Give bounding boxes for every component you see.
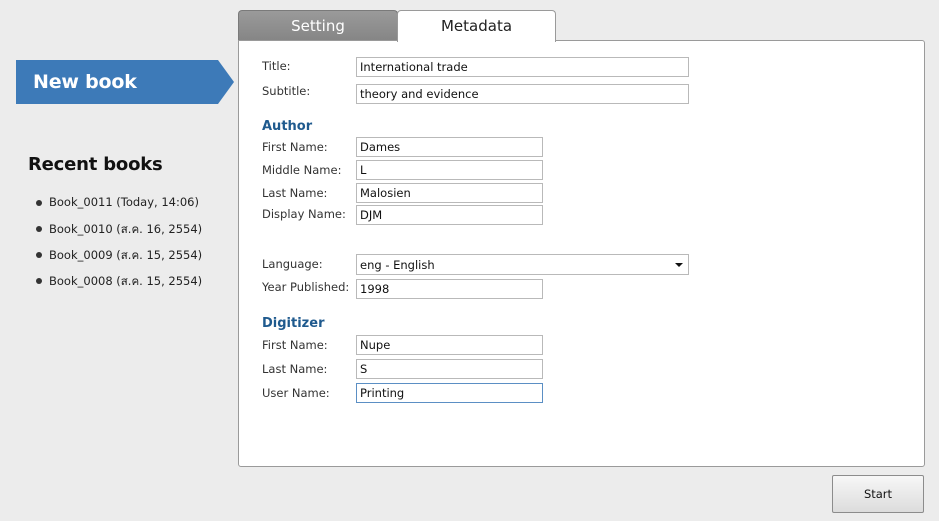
tab-setting[interactable]: Setting — [238, 10, 398, 41]
year-published-label: Year Published: — [262, 280, 350, 294]
author-last-name-input[interactable] — [356, 183, 543, 203]
author-last-name-label: Last Name: — [262, 186, 328, 200]
language-select[interactable]: eng - English — [356, 254, 689, 275]
recent-book-label: Book_0010 (ส.ค. 16, 2554) — [49, 222, 203, 236]
recent-book-label: Book_0011 (Today, 14:06) — [49, 195, 199, 209]
language-label: Language: — [262, 257, 323, 271]
recent-book-label: Book_0008 (ส.ค. 15, 2554) — [49, 274, 203, 288]
author-first-name-input[interactable] — [356, 137, 543, 157]
author-middle-name-input[interactable] — [356, 160, 543, 180]
bullet-icon — [36, 252, 42, 258]
chevron-down-icon — [675, 263, 683, 267]
digitizer-last-name-input[interactable] — [356, 359, 543, 379]
digitizer-first-name-input[interactable] — [356, 335, 543, 355]
digitizer-user-name-input[interactable] — [356, 383, 543, 403]
recent-books-list: Book_0011 (Today, 14:06) Book_0010 (ส.ค.… — [36, 195, 202, 299]
recent-book-item[interactable]: Book_0010 (ส.ค. 16, 2554) — [36, 221, 202, 247]
recent-book-label: Book_0009 (ส.ค. 15, 2554) — [49, 248, 203, 262]
recent-book-item[interactable]: Book_0009 (ส.ค. 15, 2554) — [36, 247, 202, 273]
bullet-icon — [36, 200, 42, 206]
title-input[interactable] — [356, 57, 689, 77]
digitizer-heading: Digitizer — [262, 316, 325, 331]
digitizer-last-name-label: Last Name: — [262, 362, 328, 376]
bullet-icon — [36, 278, 42, 284]
new-book-label: New book — [33, 71, 137, 93]
language-selected-value: eng - English — [360, 258, 435, 272]
author-display-name-input[interactable] — [356, 205, 543, 225]
recent-book-item[interactable]: Book_0011 (Today, 14:06) — [36, 195, 202, 221]
year-published-input[interactable] — [356, 279, 543, 299]
bullet-icon — [36, 226, 42, 232]
author-first-name-label: First Name: — [262, 140, 328, 154]
author-heading: Author — [262, 119, 313, 134]
author-display-name-label: Display Name: — [262, 207, 346, 221]
new-book-button[interactable]: New book — [16, 60, 234, 104]
recent-book-item[interactable]: Book_0008 (ส.ค. 15, 2554) — [36, 273, 202, 299]
author-middle-name-label: Middle Name: — [262, 163, 342, 177]
title-label: Title: — [262, 59, 291, 73]
tab-metadata[interactable]: Metadata — [397, 10, 556, 42]
recent-books-heading: Recent books — [28, 154, 163, 175]
app-window: New book Recent books Book_0011 (Today, … — [0, 0, 939, 521]
digitizer-user-name-label: User Name: — [262, 386, 330, 400]
subtitle-input[interactable] — [356, 84, 689, 104]
subtitle-label: Subtitle: — [262, 84, 311, 98]
start-button[interactable]: Start — [832, 475, 924, 513]
digitizer-first-name-label: First Name: — [262, 338, 328, 352]
